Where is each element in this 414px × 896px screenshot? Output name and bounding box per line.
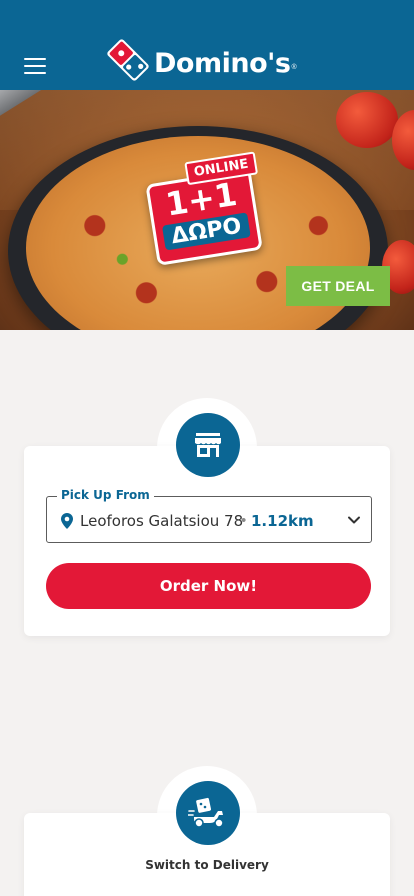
offer-badge: 1+1 ΔΩΡΟ ONLINE <box>143 151 265 268</box>
switch-to-delivery-link[interactable]: Switch to Delivery <box>24 858 390 872</box>
registered-mark: ® <box>291 63 297 71</box>
offer-badge-body: 1+1 ΔΩΡΟ <box>145 168 263 266</box>
brand-name: Domino's <box>154 47 291 79</box>
app-header: Domino's ® <box>0 0 414 90</box>
promo-banner[interactable]: 1+1 ΔΩΡΟ ONLINE GET DEAL <box>0 90 414 330</box>
store-icon-circle <box>176 413 240 477</box>
delivery-icon-circle <box>176 781 240 845</box>
dominos-logo[interactable]: Domino's ® <box>106 38 297 82</box>
pickup-field-label: Pick Up From <box>57 488 154 502</box>
pickup-store-select[interactable]: Pick Up From Leoforos Galatsiou 78 • 1.1… <box>46 488 372 543</box>
hamburger-menu-icon[interactable] <box>24 58 46 76</box>
dominos-domino-logo-icon <box>107 39 149 81</box>
separator-dot: • <box>241 512 247 529</box>
pickup-store-name: Leoforos Galatsiou 78 <box>80 512 244 530</box>
tomato-image <box>336 92 398 148</box>
store-icon <box>195 433 221 457</box>
chevron-down-icon[interactable] <box>347 513 361 527</box>
get-deal-button[interactable]: GET DEAL <box>286 266 390 306</box>
location-pin-icon <box>61 513 73 529</box>
order-now-button[interactable]: Order Now! <box>46 563 371 609</box>
delivery-scooter-icon <box>188 797 224 828</box>
pickup-distance: 1.12km <box>251 512 314 530</box>
